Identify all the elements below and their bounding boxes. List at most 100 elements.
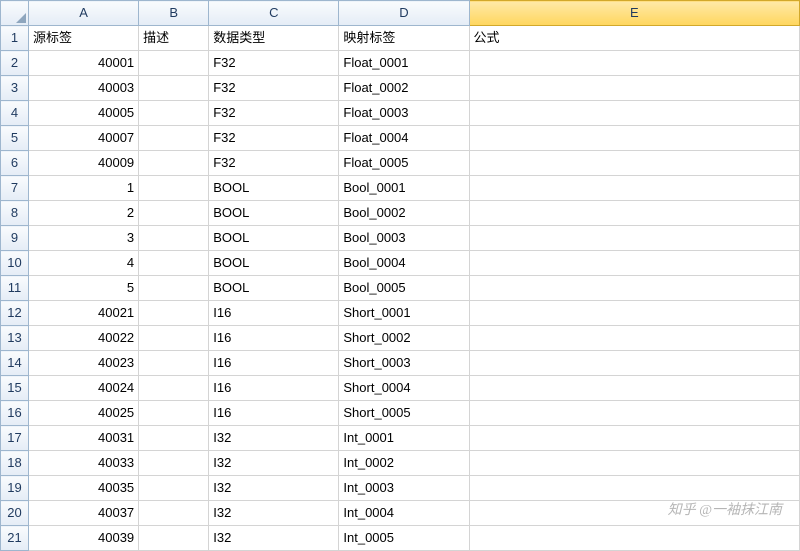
cell-A[interactable]: 40037 (29, 501, 139, 526)
row-header[interactable]: 7 (1, 176, 29, 201)
row-header[interactable]: 14 (1, 351, 29, 376)
cell-D[interactable]: Bool_0003 (339, 226, 469, 251)
column-header-D[interactable]: D (339, 1, 469, 26)
cell-D[interactable]: Int_0003 (339, 476, 469, 501)
cell-C[interactable]: I16 (209, 376, 339, 401)
cell-D[interactable]: Short_0004 (339, 376, 469, 401)
row-header[interactable]: 16 (1, 401, 29, 426)
cell-C[interactable]: BOOL (209, 276, 339, 301)
cell-B[interactable] (139, 101, 209, 126)
cell-C[interactable]: F32 (209, 151, 339, 176)
select-all-corner[interactable] (1, 1, 29, 26)
row-header[interactable]: 4 (1, 101, 29, 126)
cell-A[interactable]: 40021 (29, 301, 139, 326)
cell-C[interactable]: F32 (209, 126, 339, 151)
row-header[interactable]: 18 (1, 451, 29, 476)
cell-C[interactable]: I16 (209, 401, 339, 426)
cell-D[interactable]: Int_0002 (339, 451, 469, 476)
cell-D[interactable]: Short_0002 (339, 326, 469, 351)
cell-E[interactable] (469, 51, 799, 76)
cell-C[interactable]: I32 (209, 451, 339, 476)
cell-B[interactable] (139, 176, 209, 201)
cell-D[interactable]: Float_0001 (339, 51, 469, 76)
cell-A[interactable]: 2 (29, 201, 139, 226)
cell-B[interactable] (139, 451, 209, 476)
row-header[interactable]: 19 (1, 476, 29, 501)
row-header[interactable]: 8 (1, 201, 29, 226)
cell-E[interactable] (469, 251, 799, 276)
row-header[interactable]: 9 (1, 226, 29, 251)
cell-C[interactable]: 数据类型 (209, 26, 339, 51)
cell-A[interactable]: 40007 (29, 126, 139, 151)
cell-C[interactable]: I32 (209, 476, 339, 501)
cell-A[interactable]: 40022 (29, 326, 139, 351)
cell-B[interactable] (139, 376, 209, 401)
cell-B[interactable] (139, 126, 209, 151)
cell-B[interactable] (139, 501, 209, 526)
cell-D[interactable]: Bool_0001 (339, 176, 469, 201)
cell-A[interactable]: 1 (29, 176, 139, 201)
row-header[interactable]: 6 (1, 151, 29, 176)
row-header[interactable]: 12 (1, 301, 29, 326)
cell-D[interactable]: Short_0003 (339, 351, 469, 376)
cell-E[interactable] (469, 176, 799, 201)
cell-E[interactable]: 公式 (469, 26, 799, 51)
cell-B[interactable] (139, 301, 209, 326)
cell-B[interactable] (139, 476, 209, 501)
cell-E[interactable] (469, 126, 799, 151)
cell-A[interactable]: 5 (29, 276, 139, 301)
spreadsheet-grid[interactable]: A B C D E 1源标签描述数据类型映射标签公式240001F32Float… (0, 0, 800, 551)
cell-B[interactable] (139, 326, 209, 351)
cell-B[interactable] (139, 201, 209, 226)
cell-E[interactable] (469, 101, 799, 126)
cell-E[interactable] (469, 451, 799, 476)
row-header[interactable]: 2 (1, 51, 29, 76)
cell-E[interactable] (469, 301, 799, 326)
column-header-B[interactable]: B (139, 1, 209, 26)
cell-B[interactable] (139, 76, 209, 101)
cell-C[interactable]: I16 (209, 326, 339, 351)
row-header[interactable]: 10 (1, 251, 29, 276)
cell-B[interactable] (139, 276, 209, 301)
cell-A[interactable]: 源标签 (29, 26, 139, 51)
cell-E[interactable] (469, 276, 799, 301)
cell-D[interactable]: Int_0005 (339, 526, 469, 551)
cell-D[interactable]: Bool_0005 (339, 276, 469, 301)
cell-B[interactable] (139, 351, 209, 376)
cell-A[interactable]: 40003 (29, 76, 139, 101)
row-header[interactable]: 21 (1, 526, 29, 551)
cell-E[interactable] (469, 351, 799, 376)
cell-A[interactable]: 40031 (29, 426, 139, 451)
cell-A[interactable]: 40024 (29, 376, 139, 401)
cell-C[interactable]: F32 (209, 51, 339, 76)
cell-C[interactable]: I16 (209, 301, 339, 326)
cell-B[interactable] (139, 226, 209, 251)
row-header[interactable]: 17 (1, 426, 29, 451)
cell-D[interactable]: Short_0001 (339, 301, 469, 326)
cell-C[interactable]: BOOL (209, 226, 339, 251)
cell-B[interactable] (139, 426, 209, 451)
cell-A[interactable]: 40039 (29, 526, 139, 551)
row-header[interactable]: 3 (1, 76, 29, 101)
row-header[interactable]: 13 (1, 326, 29, 351)
column-header-A[interactable]: A (29, 1, 139, 26)
cell-E[interactable] (469, 326, 799, 351)
row-header[interactable]: 11 (1, 276, 29, 301)
cell-A[interactable]: 3 (29, 226, 139, 251)
cell-E[interactable] (469, 226, 799, 251)
cell-C[interactable]: I32 (209, 426, 339, 451)
cell-E[interactable] (469, 201, 799, 226)
cell-D[interactable]: Float_0004 (339, 126, 469, 151)
cell-A[interactable]: 40001 (29, 51, 139, 76)
cell-B[interactable] (139, 251, 209, 276)
cell-C[interactable]: I16 (209, 351, 339, 376)
cell-D[interactable]: Int_0004 (339, 501, 469, 526)
cell-E[interactable] (469, 401, 799, 426)
cell-A[interactable]: 4 (29, 251, 139, 276)
cell-C[interactable]: BOOL (209, 251, 339, 276)
cell-C[interactable]: I32 (209, 526, 339, 551)
cell-D[interactable]: 映射标签 (339, 26, 469, 51)
cell-A[interactable]: 40023 (29, 351, 139, 376)
cell-A[interactable]: 40025 (29, 401, 139, 426)
row-header[interactable]: 15 (1, 376, 29, 401)
